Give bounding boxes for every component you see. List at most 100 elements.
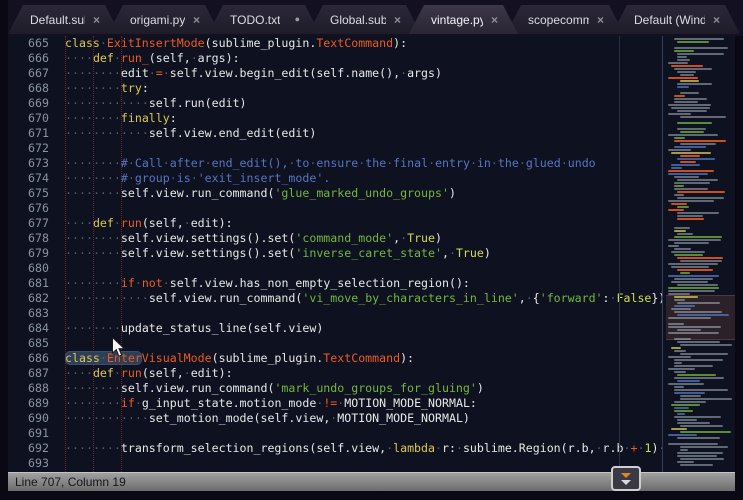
minimap-row xyxy=(674,359,723,361)
minimap-row xyxy=(671,266,709,268)
code-text: ····def·run(self,·edit): xyxy=(65,366,233,380)
minimap-row xyxy=(680,92,699,94)
minimap-row xyxy=(677,452,723,454)
close-icon[interactable]: × xyxy=(713,14,720,26)
tab-default-sublim[interactable]: Default.sublim× xyxy=(8,5,120,34)
minimap-row xyxy=(677,86,689,88)
code-line[interactable]: 668········try: xyxy=(8,81,663,96)
close-icon[interactable]: × xyxy=(93,14,100,26)
minimap-row xyxy=(677,83,712,85)
tab-todo-txt[interactable]: TODO.txt● xyxy=(208,5,320,34)
code-line[interactable]: 690············set_motion_mode(self.view… xyxy=(8,411,663,426)
mouse-pointer xyxy=(111,337,126,363)
code-line[interactable]: 667········edit·=·self.view.begin_edit(s… xyxy=(8,66,663,81)
scroll-down-arrow-icon xyxy=(621,480,631,485)
minimap-row xyxy=(674,176,699,178)
code-text: ········finally: xyxy=(65,111,177,125)
minimap-row xyxy=(680,353,728,355)
code-line[interactable]: 677····def·run(self,·edit): xyxy=(8,216,663,231)
code-line[interactable]: 693 xyxy=(8,456,663,471)
minimap-row xyxy=(674,230,686,232)
gutter-line-number: 665 xyxy=(8,36,65,51)
minimap-row xyxy=(674,146,706,148)
code-line[interactable]: 676 xyxy=(8,201,663,216)
minimap-row xyxy=(677,374,716,376)
minimap-row xyxy=(671,251,705,253)
close-icon[interactable]: × xyxy=(193,14,200,26)
code-line[interactable]: 683 xyxy=(8,306,663,321)
minimap-row xyxy=(668,113,691,115)
code-line[interactable]: 674········#·group·is·'exit_insert_mode'… xyxy=(8,171,663,186)
minimap-row xyxy=(674,227,690,229)
close-icon[interactable]: × xyxy=(491,14,498,26)
code-line[interactable]: 680 xyxy=(8,261,663,276)
code-line[interactable]: 669············self.run(edit) xyxy=(8,96,663,111)
code-text: ············self.view.end_edit(edit) xyxy=(65,126,316,140)
minimap-row xyxy=(668,77,698,79)
minimap-row xyxy=(668,239,721,241)
tab-origami-py[interactable]: origami.py× xyxy=(108,5,220,34)
minimap-row xyxy=(671,308,691,310)
tab-global-sublime[interactable]: Global.sublime × xyxy=(308,5,421,34)
minimap-row xyxy=(674,188,708,190)
code-line[interactable]: 687····def·run(self,·edit): xyxy=(8,366,663,381)
code-text: ····def·run(self,·edit): xyxy=(65,216,233,230)
minimap-row xyxy=(668,200,714,202)
minimap[interactable] xyxy=(666,36,735,472)
gutter-line-number: 669 xyxy=(8,96,65,111)
code-line[interactable]: 689········if·g_input_state.motion_mode·… xyxy=(8,396,663,411)
minimap-row xyxy=(674,299,685,301)
window-bottom-border xyxy=(0,491,743,500)
code-line[interactable]: 665class·ExitInsertMode(sublime_plugin.T… xyxy=(8,36,663,51)
minimap-row xyxy=(677,122,712,124)
minimap-row xyxy=(677,41,709,43)
tab-default-windo[interactable]: Default (Windo× xyxy=(612,5,740,34)
code-line[interactable]: 681········if·not·self.view.has_non_empt… xyxy=(8,276,663,291)
code-line[interactable]: 692········transform_selection_regions(s… xyxy=(8,441,663,456)
minimap-row xyxy=(677,329,701,331)
code-line[interactable]: 688········self.view.run_command('mark_u… xyxy=(8,381,663,396)
code-line[interactable]: 672 xyxy=(8,141,663,156)
close-icon[interactable]: × xyxy=(394,14,401,26)
code-viewport[interactable]: 665class·ExitInsertMode(sublime_plugin.T… xyxy=(8,36,663,472)
minimap-row xyxy=(677,314,729,316)
gutter-line-number: 688 xyxy=(8,381,65,396)
code-line[interactable]: 673········#·Call·after·end_edit(),·to·e… xyxy=(8,156,663,171)
code-line[interactable]: 682············self.view.run_command('vi… xyxy=(8,291,663,306)
minimap-row xyxy=(677,461,694,463)
tab-scopecommand[interactable]: scopecommand × xyxy=(506,5,624,34)
minimap-row xyxy=(677,59,690,61)
minimap-row xyxy=(668,323,684,325)
minimap-row xyxy=(674,296,698,298)
minimap-row xyxy=(674,350,686,352)
gutter-line-number: 672 xyxy=(8,141,65,156)
gutter-line-number: 693 xyxy=(8,456,65,471)
code-line[interactable]: 671············self.view.end_edit(edit) xyxy=(8,126,663,141)
code-text: ········#·group·is·'exit_insert_mode'. xyxy=(65,171,330,185)
close-icon[interactable]: × xyxy=(597,14,604,26)
minimap-row xyxy=(677,380,700,382)
code-line[interactable]: 679········self.view.settings().set('inv… xyxy=(8,246,663,261)
minimap-row xyxy=(668,368,695,370)
code-line[interactable]: 666····def·run_(self,·args): xyxy=(8,51,663,66)
minimap-row xyxy=(668,293,690,295)
tab-label: scopecommand xyxy=(528,13,589,27)
code-line[interactable]: 675········self.view.run_command('glue_m… xyxy=(8,186,663,201)
editor-area[interactable]: 665class·ExitInsertMode(sublime_plugin.T… xyxy=(8,36,735,472)
code-line[interactable]: 686class·EnterVisualMode(sublime_plugin.… xyxy=(8,351,663,366)
code-line[interactable]: 678········self.view.settings().set('com… xyxy=(8,231,663,246)
minimap-row xyxy=(680,458,724,460)
code-line[interactable]: 670········finally: xyxy=(8,111,663,126)
scroll-stepper-button[interactable] xyxy=(611,466,641,491)
gutter-line-number: 690 xyxy=(8,411,65,426)
dirty-dot-icon[interactable]: ● xyxy=(295,15,300,24)
code-line[interactable]: 685 xyxy=(8,336,663,351)
code-text: class·ExitInsertMode(sublime_plugin.Text… xyxy=(65,36,407,50)
tab-vintage-py[interactable]: vintage.py× xyxy=(409,5,518,34)
tab-label: Global.sublime xyxy=(330,13,386,27)
code-line[interactable]: 684········update_status_line(self.view) xyxy=(8,321,663,336)
minimap-row xyxy=(668,326,721,328)
minimap-row xyxy=(671,347,681,349)
gutter-line-number: 670 xyxy=(8,111,65,126)
code-line[interactable]: 691 xyxy=(8,426,663,441)
